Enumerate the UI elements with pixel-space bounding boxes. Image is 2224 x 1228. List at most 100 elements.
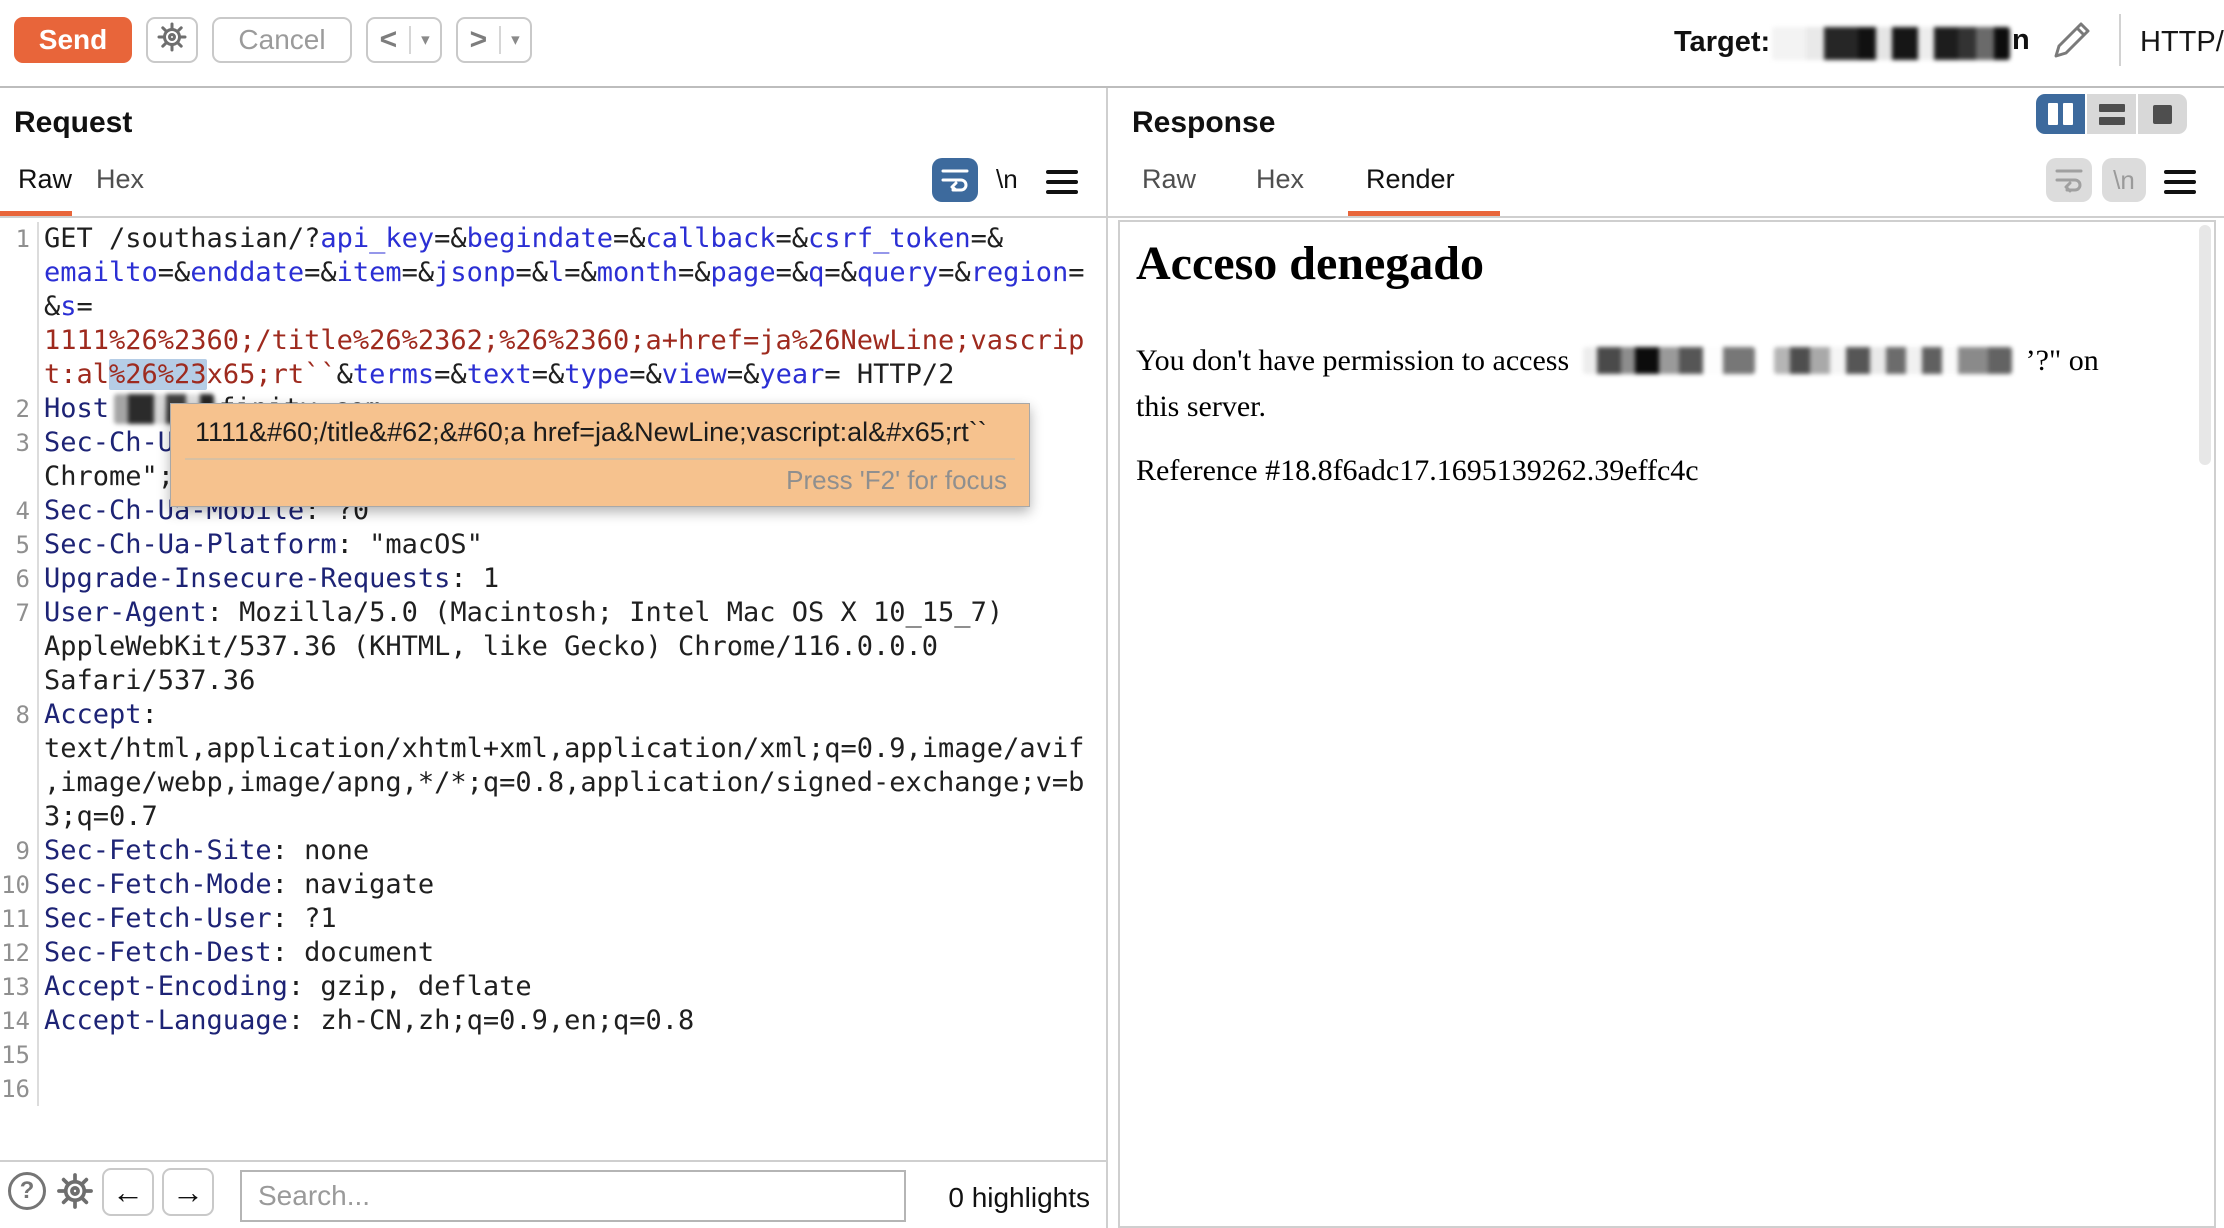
code-row[interactable]: 7User-Agent: Mozilla/5.0 (Macintosh; Int… xyxy=(0,596,1106,630)
code-row[interactable]: 5Sec-Ch-Ua-Platform: "macOS" xyxy=(0,528,1106,562)
render-scrollbar-thumb[interactable] xyxy=(2199,225,2211,465)
line-number: 8 xyxy=(0,698,39,732)
code-row[interactable]: text/html,application/xhtml+xml,applicat… xyxy=(0,732,1106,766)
search-prev-button[interactable]: ← xyxy=(102,1168,154,1216)
send-settings-button[interactable] xyxy=(146,17,198,63)
protocol-label: HTTP/2 xyxy=(2140,26,2224,59)
request-panel-title: Request xyxy=(14,106,132,140)
arrow-left-icon: ← xyxy=(112,1174,144,1211)
line-number: 12 xyxy=(0,936,39,970)
request-menu-button[interactable] xyxy=(1046,170,1078,194)
request-tabs-divider xyxy=(0,216,1106,218)
line-number: 11 xyxy=(0,902,39,936)
code-row[interactable]: emailto=&enddate=&item=&jsonp=&l=&month=… xyxy=(0,256,1106,290)
response-render-frame: Acceso denegado You don't have permissio… xyxy=(1118,220,2216,1228)
word-wrap-icon xyxy=(2053,163,2085,198)
line-number: 1 xyxy=(0,222,39,256)
edit-target-button[interactable] xyxy=(2050,16,2096,64)
tooltip-decoded-value: 1111&#60;/title&#62;&#60;a href=ja&NewLi… xyxy=(171,404,1029,448)
line-number: 13 xyxy=(0,970,39,1004)
code-row[interactable]: 15 xyxy=(0,1038,1106,1072)
line-number xyxy=(0,290,39,324)
target-host-redacted xyxy=(1772,27,2010,60)
layout-rows-button[interactable] xyxy=(2085,94,2136,134)
word-wrap-toggle-button[interactable] xyxy=(932,158,978,202)
history-forward-button[interactable]: > ▾ xyxy=(456,17,532,63)
code-row[interactable]: 10Sec-Fetch-Mode: navigate xyxy=(0,868,1106,902)
question-mark-icon: ? xyxy=(20,1177,35,1205)
search-input[interactable] xyxy=(240,1170,906,1222)
chevron-down-icon[interactable]: ▾ xyxy=(411,30,440,50)
search-next-button[interactable]: → xyxy=(162,1168,214,1216)
line-number: 2 xyxy=(0,392,39,426)
code-row[interactable]: 1111%26%2360;/title%26%2362;%26%2360;a+h… xyxy=(0,324,1106,358)
gear-icon xyxy=(155,20,189,61)
cancel-button[interactable]: Cancel xyxy=(212,17,352,63)
code-row[interactable]: 12Sec-Fetch-Dest: document xyxy=(0,936,1106,970)
arrow-right-icon: → xyxy=(172,1174,204,1211)
line-number: 10 xyxy=(0,868,39,902)
line-number: 15 xyxy=(0,1038,39,1072)
line-number: 9 xyxy=(0,834,39,868)
render-page-heading: Acceso denegado xyxy=(1136,236,1484,291)
code-row[interactable]: 3;q=0.7 xyxy=(0,800,1106,834)
response-tabs-divider xyxy=(1108,216,2224,218)
layout-columns-button[interactable] xyxy=(2036,94,2085,134)
code-row[interactable]: t:al%26%23x65;rt``&terms=&text=&type=&vi… xyxy=(0,358,1106,392)
line-number xyxy=(0,630,39,664)
response-tab-render[interactable]: Render xyxy=(1366,164,1455,195)
code-row[interactable]: 6Upgrade-Insecure-Requests: 1 xyxy=(0,562,1106,596)
line-number xyxy=(0,800,39,834)
code-row[interactable]: 14Accept-Language: zh-CN,zh;q=0.9,en;q=0… xyxy=(0,1004,1106,1038)
code-row[interactable]: 11Sec-Fetch-User: ?1 xyxy=(0,902,1106,936)
code-row[interactable]: ,image/webp,image/apng,*/*;q=0.8,applica… xyxy=(0,766,1106,800)
columns-layout-icon xyxy=(2048,103,2058,125)
target-host-suffix: n xyxy=(2012,24,2030,57)
render-redacted-url-part2 xyxy=(1774,347,2012,374)
line-number xyxy=(0,256,39,290)
request-tab-hex[interactable]: Hex xyxy=(96,164,144,195)
response-tab-hex[interactable]: Hex xyxy=(1256,164,1304,195)
code-row[interactable]: 9Sec-Fetch-Site: none xyxy=(0,834,1106,868)
tooltip-focus-hint: Press 'F2' for focus xyxy=(185,458,1015,496)
code-row[interactable]: 13Accept-Encoding: gzip, deflate xyxy=(0,970,1106,1004)
send-button[interactable]: Send xyxy=(14,17,132,63)
code-row[interactable]: 8Accept: xyxy=(0,698,1106,732)
layout-single-button[interactable] xyxy=(2136,94,2187,134)
code-row[interactable]: AppleWebKit/537.36 (KHTML, like Gecko) C… xyxy=(0,630,1106,664)
render-body-line2: this server. xyxy=(1136,390,1266,424)
bottom-bar-divider xyxy=(0,1160,1106,1162)
hamburger-icon xyxy=(1046,170,1078,174)
toolbar-divider xyxy=(2119,14,2121,66)
word-wrap-toggle-button-disabled[interactable] xyxy=(2046,158,2092,202)
history-back-button[interactable]: < ▾ xyxy=(366,17,442,63)
word-wrap-icon xyxy=(939,163,971,198)
response-panel-title: Response xyxy=(1132,106,1275,140)
help-button[interactable]: ? xyxy=(8,1172,46,1210)
pencil-icon xyxy=(2050,51,2096,68)
request-editor-rows[interactable]: 1GET /southasian/?api_key=&begindate=&ca… xyxy=(0,222,1106,1106)
response-menu-button[interactable] xyxy=(2164,170,2196,194)
code-row[interactable]: 16 xyxy=(0,1072,1106,1106)
line-number: 3 xyxy=(0,426,39,460)
chevron-down-icon[interactable]: ▾ xyxy=(501,30,530,50)
code-row[interactable]: Safari/537.36 xyxy=(0,664,1106,698)
panel-splitter[interactable] xyxy=(1106,88,1108,1228)
line-number: 5 xyxy=(0,528,39,562)
search-settings-button[interactable] xyxy=(54,1170,96,1217)
line-number xyxy=(0,766,39,800)
gear-icon xyxy=(54,1199,96,1216)
line-number xyxy=(0,664,39,698)
show-newlines-button-disabled[interactable]: \n xyxy=(2102,158,2146,202)
code-row[interactable]: &s= xyxy=(0,290,1106,324)
render-redacted-url-part1 xyxy=(1583,347,1755,374)
response-tab-raw[interactable]: Raw xyxy=(1142,164,1196,195)
line-number xyxy=(0,460,39,494)
show-newlines-button[interactable]: \n xyxy=(996,164,1018,195)
value-preview-tooltip: 1111&#60;/title&#62;&#60;a href=ja&NewLi… xyxy=(170,403,1030,507)
code-row[interactable]: 1GET /southasian/?api_key=&begindate=&ca… xyxy=(0,222,1106,256)
line-number: 16 xyxy=(0,1072,39,1106)
render-body-line1: You don't have permission to access ’?" … xyxy=(1136,344,2099,378)
request-tab-raw[interactable]: Raw xyxy=(18,164,72,195)
burp-repeater-window: Send Cancel < ▾ > ▾ Target: n xyxy=(0,0,2224,1228)
